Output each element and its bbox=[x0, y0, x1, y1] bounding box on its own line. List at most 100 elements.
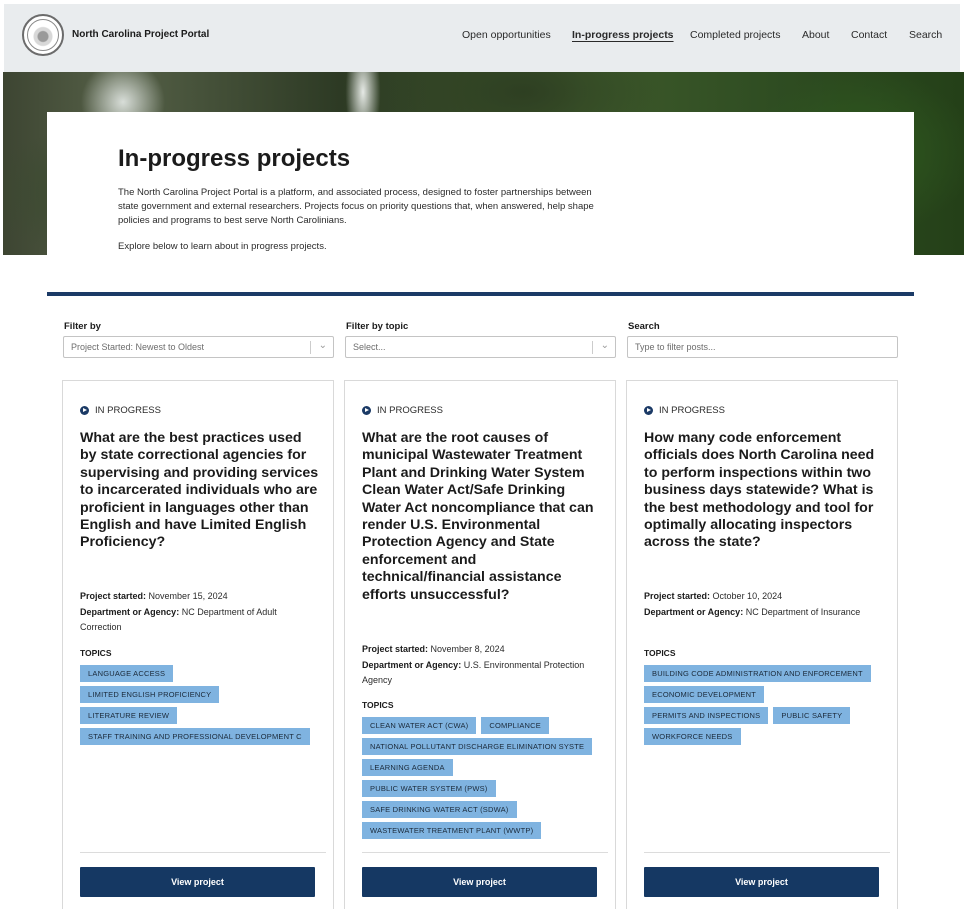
project-meta: Project started: November 8, 2024 Depart… bbox=[362, 642, 602, 689]
topics-heading: TOPICS bbox=[362, 700, 394, 710]
nc-seal-logo[interactable] bbox=[22, 14, 64, 56]
nav-about[interactable]: About bbox=[802, 29, 829, 41]
project-agency-line: Department or Agency: NC Department of I… bbox=[644, 605, 884, 621]
topic-tag[interactable]: PERMITS AND INSPECTIONS bbox=[644, 707, 769, 724]
project-started-label: Project started: bbox=[362, 644, 429, 654]
topic-tag[interactable]: LEARNING AGENDA bbox=[362, 759, 453, 776]
site-brand[interactable]: North Carolina Project Portal bbox=[72, 29, 209, 40]
status-badge: IN PROGRESS bbox=[362, 405, 443, 416]
topic-tag[interactable]: ECONOMIC DEVELOPMENT bbox=[644, 686, 765, 703]
status-text: IN PROGRESS bbox=[659, 405, 725, 416]
topic-tag[interactable]: LITERATURE REVIEW bbox=[80, 707, 178, 724]
project-agency-label: Department or Agency: bbox=[644, 606, 744, 617]
topic-tags: CLEAN WATER ACT (CWA) COMPLIANCE NATIONAL… bbox=[362, 717, 616, 843]
tag-row: LIMITED ENGLISH PROFICIENCY bbox=[80, 686, 334, 703]
project-meta: Project started: November 15, 2024 Depar… bbox=[80, 589, 320, 636]
topic-tags: LANGUAGE ACCESS LIMITED ENGLISH PROFICIE… bbox=[80, 665, 334, 749]
nav-completed-projects[interactable]: Completed projects bbox=[690, 29, 780, 41]
project-started-line: Project started: October 10, 2024 bbox=[644, 589, 884, 605]
topic-tag[interactable]: SAFE DRINKING WATER ACT (SDWA) bbox=[362, 801, 517, 818]
project-agency-name: NC Department of Insurance bbox=[745, 606, 861, 617]
chevron-down-icon[interactable]: ⌄ bbox=[319, 340, 327, 351]
select-separator bbox=[592, 341, 593, 354]
topic-tag[interactable]: LANGUAGE ACCESS bbox=[80, 665, 174, 682]
project-title[interactable]: How many code enforcement officials does… bbox=[644, 430, 884, 552]
project-agency-label: Department or Agency: bbox=[362, 659, 462, 670]
tag-row: WASTEWATER TREATMENT PLANT (WWTP) bbox=[362, 822, 616, 839]
tag-row: CLEAN WATER ACT (CWA) COMPLIANCE bbox=[362, 717, 616, 734]
tag-row: WORKFORCE NEEDS bbox=[644, 728, 898, 745]
project-started-date: November 15, 2024 bbox=[148, 591, 228, 601]
topic-tag[interactable]: BUILDING CODE ADMINISTRATION AND ENFORCE… bbox=[644, 665, 871, 682]
chevron-down-icon[interactable]: ⌄ bbox=[601, 340, 609, 351]
page-title: In-progress projects bbox=[118, 145, 351, 172]
status-badge: IN PROGRESS bbox=[644, 405, 725, 416]
topic-tag[interactable]: WASTEWATER TREATMENT PLANT (WWTP) bbox=[362, 822, 542, 839]
view-project-button[interactable]: View project bbox=[80, 867, 315, 897]
tag-row: LANGUAGE ACCESS bbox=[80, 665, 334, 682]
filter-by-select[interactable]: Project Started: Newest to Oldest ⌄ bbox=[63, 336, 334, 358]
project-title[interactable]: What are the root causes of municipal Wa… bbox=[362, 430, 602, 604]
project-card: IN PROGRESS What are the root causes of … bbox=[344, 380, 616, 909]
topics-heading: TOPICS bbox=[80, 648, 112, 658]
card-divider bbox=[362, 852, 608, 853]
tag-row: PUBLIC WATER SYSTEM (PWS) bbox=[362, 780, 616, 797]
page-description: The North Carolina Project Portal is a p… bbox=[118, 187, 594, 226]
tag-row: BUILDING CODE ADMINISTRATION AND ENFORCE… bbox=[644, 665, 898, 682]
project-agency-line: Department or Agency: NC Department of A… bbox=[80, 605, 320, 636]
project-started-line: Project started: November 8, 2024 bbox=[362, 642, 602, 658]
tag-row: STAFF TRAINING AND PROFESSIONAL DEVELOPM… bbox=[80, 728, 334, 745]
project-meta: Project started: October 10, 2024 Depart… bbox=[644, 589, 884, 620]
nav-in-progress-projects[interactable]: In-progress projects bbox=[572, 29, 674, 41]
hero-card bbox=[47, 112, 914, 255]
project-card: IN PROGRESS How many code enforcement of… bbox=[626, 380, 898, 909]
project-started-line: Project started: November 15, 2024 bbox=[80, 589, 320, 605]
project-started-label: Project started: bbox=[644, 591, 711, 601]
status-badge: IN PROGRESS bbox=[80, 405, 161, 416]
project-agency-line: Department or Agency: U.S. Environmental… bbox=[362, 658, 602, 689]
topic-tag[interactable]: CLEAN WATER ACT (CWA) bbox=[362, 717, 477, 734]
topic-tag[interactable]: COMPLIANCE bbox=[481, 717, 549, 734]
select-separator bbox=[310, 341, 311, 354]
section-divider bbox=[47, 292, 914, 296]
topics-heading: TOPICS bbox=[644, 648, 676, 658]
play-circle-icon bbox=[644, 406, 653, 415]
tag-row: LEARNING AGENDA bbox=[362, 759, 616, 776]
filter-topic-placeholder: Select... bbox=[353, 342, 386, 352]
project-started-label: Project started: bbox=[80, 591, 147, 601]
project-agency-label: Department or Agency: bbox=[80, 606, 180, 617]
topic-tags: BUILDING CODE ADMINISTRATION AND ENFORCE… bbox=[644, 665, 898, 749]
project-card: IN PROGRESS What are the best practices … bbox=[62, 380, 334, 909]
tag-row: LITERATURE REVIEW bbox=[80, 707, 334, 724]
view-project-button[interactable]: View project bbox=[644, 867, 879, 897]
nav-open-opportunities[interactable]: Open opportunities bbox=[462, 29, 551, 41]
topic-tag[interactable]: PUBLIC SAFETY bbox=[773, 707, 851, 724]
page-explore-text: Explore below to learn about in progress… bbox=[118, 241, 327, 252]
filter-topic-select[interactable]: Select... ⌄ bbox=[345, 336, 616, 358]
play-circle-icon bbox=[80, 406, 89, 415]
topic-tag[interactable]: WORKFORCE NEEDS bbox=[644, 728, 741, 745]
search-input[interactable]: Type to filter posts... bbox=[627, 336, 898, 358]
topic-tag[interactable]: STAFF TRAINING AND PROFESSIONAL DEVELOPM… bbox=[80, 728, 310, 745]
view-project-button[interactable]: View project bbox=[362, 867, 597, 897]
project-started-date: November 8, 2024 bbox=[430, 644, 505, 654]
nav-contact[interactable]: Contact bbox=[851, 29, 887, 41]
card-divider bbox=[644, 852, 890, 853]
filter-topic-label: Filter by topic bbox=[346, 321, 409, 332]
status-text: IN PROGRESS bbox=[95, 405, 161, 416]
seal-emblem bbox=[27, 19, 59, 51]
topic-tag[interactable]: NATIONAL POLLUTANT DISCHARGE ELIMINATION… bbox=[362, 738, 593, 755]
play-circle-icon bbox=[362, 406, 371, 415]
topic-tag[interactable]: LIMITED ENGLISH PROFICIENCY bbox=[80, 686, 220, 703]
search-label: Search bbox=[628, 321, 660, 332]
tag-row: NATIONAL POLLUTANT DISCHARGE ELIMINATION… bbox=[362, 738, 616, 755]
topic-tag[interactable]: PUBLIC WATER SYSTEM (PWS) bbox=[362, 780, 496, 797]
tag-row: ECONOMIC DEVELOPMENT bbox=[644, 686, 898, 703]
tag-row: SAFE DRINKING WATER ACT (SDWA) bbox=[362, 801, 616, 818]
card-divider bbox=[80, 852, 326, 853]
nav-search[interactable]: Search bbox=[909, 29, 942, 41]
site-header: North Carolina Project Portal Open oppor… bbox=[4, 4, 960, 72]
project-title[interactable]: What are the best practices used by stat… bbox=[80, 430, 320, 552]
tag-row: PERMITS AND INSPECTIONS PUBLIC SAFETY bbox=[644, 707, 898, 724]
status-text: IN PROGRESS bbox=[377, 405, 443, 416]
